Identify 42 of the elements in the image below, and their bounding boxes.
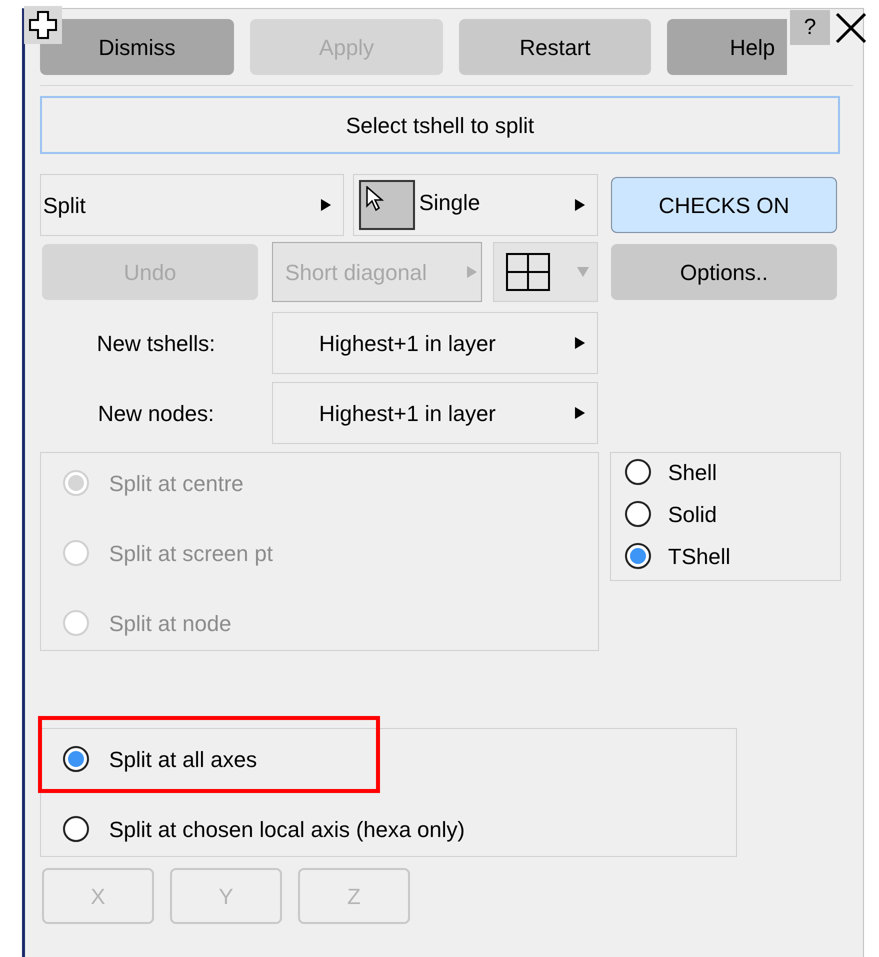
option-label: Split at all axes xyxy=(109,746,257,774)
field-label: New nodes: xyxy=(96,400,216,428)
toolbar-button[interactable]: Restart xyxy=(459,19,651,75)
arrow-icon xyxy=(321,199,331,211)
close-icon[interactable] xyxy=(834,12,868,44)
option-label: Split at node xyxy=(109,610,232,638)
option-label: Split at screen pt xyxy=(109,540,273,568)
grid-dropdown[interactable] xyxy=(493,242,598,302)
option-label: Split at centre xyxy=(109,470,244,498)
toolbar-button[interactable]: Help xyxy=(667,19,787,75)
arrow-icon xyxy=(575,337,585,349)
dropdown-value: Single xyxy=(419,188,482,217)
arrow-icon xyxy=(467,266,477,278)
move-handle-icon[interactable] xyxy=(24,6,62,44)
dropdown-value: Short diagonal xyxy=(285,258,427,287)
radio-button[interactable] xyxy=(625,459,651,485)
help-icon-button[interactable]: ? xyxy=(790,10,830,45)
option-label: Split at chosen local axis (hexa only) xyxy=(109,816,465,844)
mode-dropdown[interactable]: Split xyxy=(40,174,344,236)
radio-button[interactable] xyxy=(625,543,651,569)
radio-button[interactable] xyxy=(63,746,89,772)
toolbar-button[interactable]: Dismiss xyxy=(40,19,234,75)
grid-icon xyxy=(506,253,550,291)
select-dropdown[interactable]: Single xyxy=(353,174,598,236)
numbering-dropdown[interactable]: Highest+1 in layer xyxy=(272,382,598,444)
field-label: New tshells: xyxy=(96,330,216,358)
option-label: TShell xyxy=(668,542,730,570)
caret-icon xyxy=(577,267,589,277)
option-label: Shell xyxy=(668,458,717,486)
radio-button[interactable] xyxy=(63,816,89,842)
cursor-icon xyxy=(359,180,415,230)
dropdown-value: Highest+1 in layer xyxy=(319,400,496,428)
arrow-icon xyxy=(575,199,585,211)
dropdown-value: Highest+1 in layer xyxy=(319,330,496,358)
checks-button[interactable]: CHECKS ON xyxy=(611,177,837,233)
prompt-message: Select tshell to split xyxy=(40,96,840,154)
arrow-icon xyxy=(575,407,585,419)
dropdown-value: Split xyxy=(43,192,86,220)
numbering-dropdown[interactable]: Highest+1 in layer xyxy=(272,312,598,374)
option-label: Solid xyxy=(668,500,717,528)
radio-button[interactable] xyxy=(625,501,651,527)
options-button[interactable]: Options.. xyxy=(611,244,837,300)
